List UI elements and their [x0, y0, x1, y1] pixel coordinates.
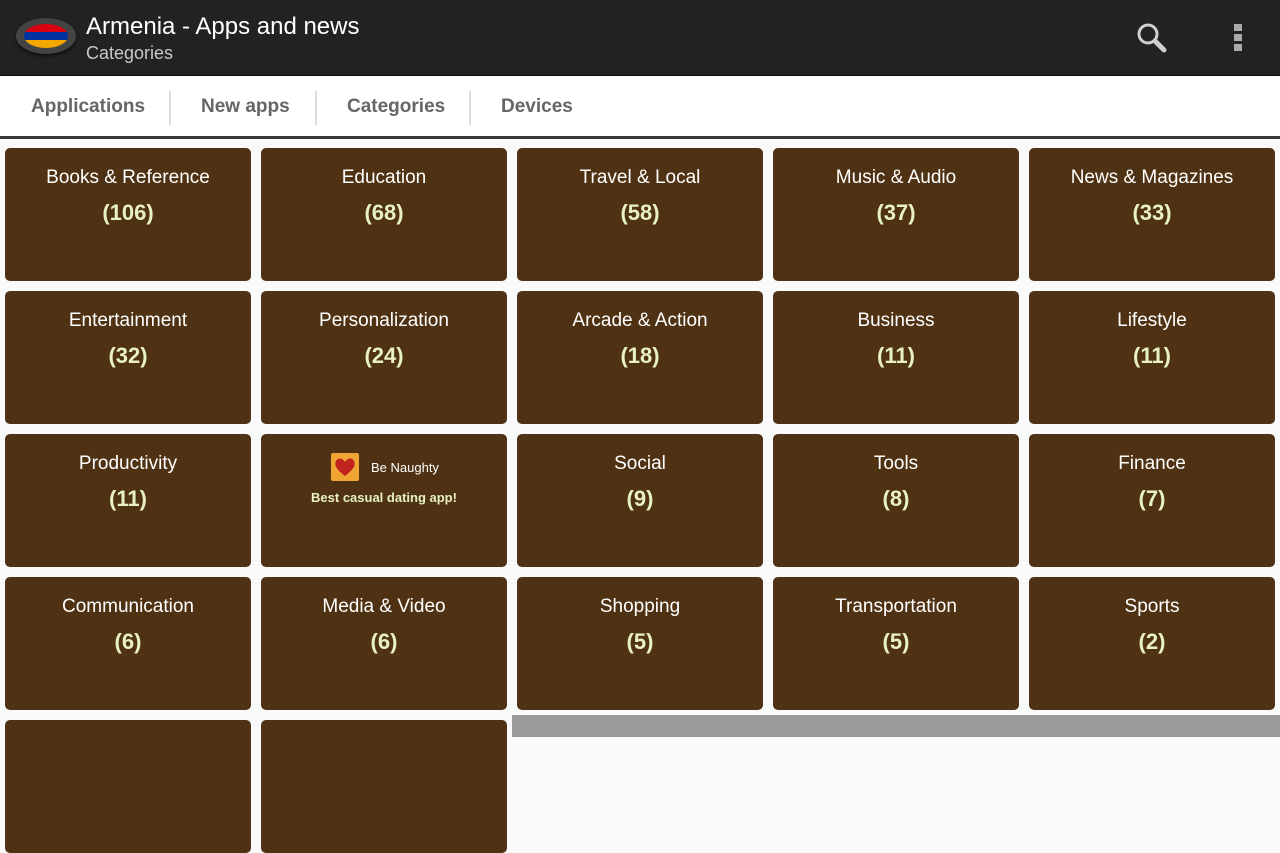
- tab-divider: [315, 91, 317, 125]
- category-tile-media-video[interactable]: Media & Video (6): [261, 577, 507, 710]
- category-count: (68): [364, 200, 404, 225]
- more-vert-icon: [1234, 24, 1242, 51]
- category-tile-education[interactable]: Education (68): [261, 148, 507, 281]
- category-tile-finance[interactable]: Finance (7): [1029, 434, 1275, 567]
- search-icon: [1137, 23, 1167, 53]
- category-tile-partial[interactable]: [5, 720, 251, 853]
- category-tile-travel-local[interactable]: Travel & Local (58): [517, 148, 763, 281]
- category-count: (11): [1133, 343, 1171, 368]
- category-tile-arcade-action[interactable]: Arcade & Action (18): [517, 291, 763, 424]
- loading-placeholder-bar: [512, 715, 1280, 737]
- category-name: Shopping: [599, 596, 681, 617]
- flag-icon: [24, 24, 68, 48]
- category-count: (106): [102, 200, 154, 225]
- category-tile-productivity[interactable]: Productivity (11): [5, 434, 251, 567]
- category-count: (11): [109, 486, 147, 511]
- category-name: Travel & Local: [579, 167, 701, 188]
- category-count: (24): [364, 343, 404, 368]
- category-count: (9): [626, 486, 654, 511]
- tab-divider: [469, 91, 471, 125]
- category-name: Personalization: [319, 310, 449, 331]
- category-tile-shopping[interactable]: Shopping (5): [517, 577, 763, 710]
- category-name: Entertainment: [68, 310, 188, 331]
- category-name: Media & Video: [322, 596, 446, 617]
- app-title: Armenia - Apps and news: [86, 13, 360, 40]
- category-count: (6): [114, 629, 142, 654]
- category-name: Education: [341, 167, 427, 188]
- category-name: Lifestyle: [1117, 310, 1187, 331]
- category-count: (11): [877, 343, 915, 368]
- category-count: (33): [1132, 200, 1172, 225]
- category-tile-partial[interactable]: [261, 720, 507, 853]
- category-tile-music-audio[interactable]: Music & Audio (37): [773, 148, 1019, 281]
- search-button[interactable]: [1132, 18, 1172, 58]
- category-tile-transportation[interactable]: Transportation (5): [773, 577, 1019, 710]
- category-tile-business[interactable]: Business (11): [773, 291, 1019, 424]
- category-tile-lifestyle[interactable]: Lifestyle (11): [1029, 291, 1275, 424]
- category-tile-news-magazines[interactable]: News & Magazines (33): [1029, 148, 1275, 281]
- category-count: (5): [882, 629, 910, 654]
- category-count: (2): [1138, 629, 1166, 654]
- category-tile-social[interactable]: Social (9): [517, 434, 763, 567]
- category-name: Productivity: [78, 453, 178, 474]
- category-name: News & Magazines: [1070, 167, 1234, 188]
- category-tile-tools[interactable]: Tools (8): [773, 434, 1019, 567]
- category-tile-sports[interactable]: Sports (2): [1029, 577, 1275, 710]
- category-name: Transportation: [835, 596, 957, 617]
- category-count: (5): [626, 629, 654, 654]
- heart-icon: [335, 458, 355, 476]
- category-name: Communication: [62, 596, 194, 617]
- tab-categories[interactable]: Categories: [347, 77, 445, 137]
- app-bar: Armenia - Apps and news Categories: [0, 0, 1280, 76]
- tab-new-apps[interactable]: New apps: [201, 77, 290, 137]
- category-name: Business: [857, 310, 935, 331]
- overflow-menu-button[interactable]: [1218, 18, 1258, 58]
- ad-app-icon: [331, 453, 359, 481]
- tab-devices[interactable]: Devices: [501, 77, 573, 137]
- category-count: (8): [882, 486, 910, 511]
- category-tile-communication[interactable]: Communication (6): [5, 577, 251, 710]
- category-tile-books-reference[interactable]: Books & Reference (106): [5, 148, 251, 281]
- category-name: Arcade & Action: [572, 310, 708, 331]
- category-count: (18): [620, 343, 660, 368]
- ad-tagline: Best casual dating app!: [311, 490, 457, 505]
- category-grid: Books & Reference (106) Education (68) T…: [0, 141, 1280, 853]
- ad-app-name: Be Naughty: [371, 460, 439, 475]
- category-tile-personalization[interactable]: Personalization (24): [261, 291, 507, 424]
- app-subtitle: Categories: [86, 43, 174, 63]
- tab-divider: [169, 91, 171, 125]
- category-name: Books & Reference: [46, 167, 210, 188]
- armenia-flag-logo: [16, 18, 76, 54]
- category-tile-entertainment[interactable]: Entertainment (32): [5, 291, 251, 424]
- category-count: (58): [620, 200, 660, 225]
- category-count: (32): [108, 343, 148, 368]
- category-name: Tools: [873, 453, 919, 474]
- category-name: Music & Audio: [835, 167, 957, 188]
- tab-applications[interactable]: Applications: [31, 77, 145, 137]
- category-count: (7): [1138, 486, 1166, 511]
- category-name: Social: [614, 453, 666, 474]
- category-count: (37): [876, 200, 916, 225]
- category-name: Sports: [1124, 596, 1180, 617]
- ad-tile[interactable]: Be Naughty Best casual dating app!: [261, 434, 507, 567]
- tab-bar: Applications New apps Categories Devices: [0, 77, 1280, 139]
- category-count: (6): [370, 629, 398, 654]
- category-name: Finance: [1118, 453, 1186, 474]
